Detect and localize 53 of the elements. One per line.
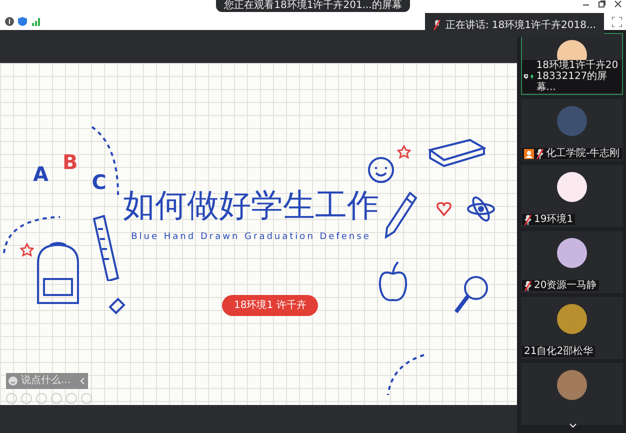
muted-microphone-icon [433, 20, 442, 30]
previous-icon[interactable] [6, 393, 17, 404]
avatar [557, 304, 587, 334]
avatar [557, 238, 587, 268]
book-doodle-icon [428, 138, 486, 168]
participant-tile[interactable]: 19环境1 [521, 165, 623, 227]
doodle-letter: C [92, 171, 106, 193]
slide-title: 如何做好学生工作 [123, 185, 379, 226]
participant-name: 20资源一马静 [534, 280, 597, 291]
slide-subtitle: Blue Hand Drawn Graduation Defense [131, 231, 371, 244]
avatar [557, 370, 587, 400]
heart-doodle-icon [436, 201, 452, 217]
signal-icon[interactable] [31, 17, 40, 26]
smiley-doodle-icon [367, 156, 395, 184]
participant-tile[interactable]: 21自化2邵松华 [521, 297, 623, 359]
participant-name: 21自化2邵松华 [524, 346, 594, 357]
participant-name: 18环境1许千卉2018332127的屏幕... [536, 60, 620, 93]
participant-tile[interactable] [521, 363, 623, 425]
participant-name: 19环境1 [534, 214, 574, 225]
magnifier-doodle-icon [452, 274, 490, 316]
emoji-icon[interactable] [8, 376, 18, 386]
apple-doodle-icon [378, 260, 408, 304]
participant-tile[interactable]: 20资源一马静 [521, 231, 623, 293]
speaking-text: 正在讲话: 18环境1许千卉2018... [445, 18, 596, 32]
more-icon[interactable] [81, 393, 92, 404]
shield-icon[interactable] [18, 17, 27, 26]
avatar [557, 172, 587, 202]
dashed-curve-drawing [386, 353, 426, 397]
pen-icon[interactable] [36, 393, 47, 404]
info-icon[interactable] [5, 17, 14, 26]
participant-tile[interactable]: 化工学院-牛志刚 [521, 99, 623, 161]
ruler-doodle-icon [92, 215, 120, 281]
participant-name: 化工学院-牛志刚 [546, 148, 620, 159]
pencil-doodle-icon [384, 191, 418, 239]
dashed-curve-drawing [2, 215, 62, 255]
close-icon[interactable] [614, 0, 622, 8]
search-icon[interactable] [66, 393, 77, 404]
dashed-curve-drawing [90, 125, 122, 197]
chat-input[interactable]: 说点什么... [6, 373, 88, 389]
chat-field[interactable]: 说点什么... [21, 375, 77, 387]
scroll-down-icon[interactable] [569, 423, 577, 429]
avatar [557, 106, 587, 136]
doodle-letter: B [62, 151, 78, 173]
fullscreen-icon[interactable] [612, 16, 622, 26]
next-icon[interactable] [21, 393, 32, 404]
star-doodle-icon [20, 243, 34, 257]
presenter-badge: 18环境1 许千卉 [222, 295, 318, 316]
doodle-letter: A [33, 163, 48, 185]
restore-icon[interactable] [598, 0, 606, 8]
chevron-left-icon[interactable] [80, 377, 85, 385]
participant-tile[interactable]: 18环境1许千卉2018332127的屏幕... [521, 33, 623, 95]
star-doodle-icon [397, 145, 411, 159]
grid-icon[interactable] [51, 393, 62, 404]
